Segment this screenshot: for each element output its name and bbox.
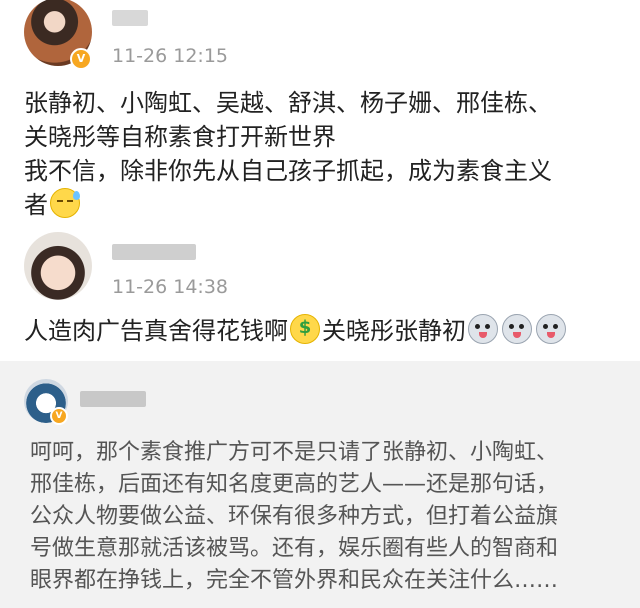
username-redacted[interactable] xyxy=(80,391,146,407)
comment-text: 人造肉广告真舍得花钱啊 关晓彤张静初 xyxy=(24,314,568,348)
comment-line: 张静初、小陶虹、吴越、舒淇、杨子姗、邢佳栋、 xyxy=(24,89,552,117)
money-emoji-icon xyxy=(290,314,320,344)
comment-line: 关晓彤等自称素食打开新世界 xyxy=(24,123,336,151)
reply-line: 号做生意那就活该被骂。还有，娱乐圈有些人的智商和 xyxy=(30,536,559,561)
comment-text: 张静初、小陶虹、吴越、舒淇、杨子姗、邢佳栋、 关晓彤等自称素食打开新世界 我不信… xyxy=(24,86,552,222)
username-redacted[interactable] xyxy=(112,10,148,26)
comment-text-part: 关晓彤张静初 xyxy=(322,317,466,345)
timestamp: 11-26 12:15 xyxy=(112,45,229,67)
reply-line: 公众人物要做公益、环保有很多种方式，但打着公益旗 xyxy=(30,504,559,529)
husky-emoji-icon xyxy=(536,314,566,344)
comment-text-part: 人造肉广告真舍得花钱啊 xyxy=(24,317,288,345)
reply-text: 呵呵，那个素食推广方可不是只请了张静初、小陶虹、 邢佳栋，后面还有知名度更高的艺… xyxy=(30,437,558,597)
reply-line: 眼界都在挣钱上，完全不管外界和民众在关注什么…… xyxy=(30,568,559,593)
husky-emoji-icon xyxy=(468,314,498,344)
comment-line: 我不信，除非你先从自己孩子抓起，成为素食主义 xyxy=(24,157,552,185)
verified-badge-icon: V xyxy=(50,407,68,425)
timestamp: 11-26 14:38 xyxy=(112,276,229,298)
comment-2: 11-26 14:38 人造肉广告真舍得花钱啊 关晓彤张静初 xyxy=(0,228,640,362)
reply-comment: V 呵呵，那个素食推广方可不是只请了张静初、小陶虹、 邢佳栋，后面还有知名度更高… xyxy=(0,361,640,608)
verified-badge-icon: V xyxy=(70,48,92,70)
avatar[interactable] xyxy=(24,232,92,300)
comment-line-text: 者 xyxy=(24,191,48,219)
comment-1: V 11-26 12:15 张静初、小陶虹、吴越、舒淇、杨子姗、邢佳栋、 关晓彤… xyxy=(0,0,640,230)
comment-line: 者 xyxy=(24,188,552,222)
sweat-emoji-icon xyxy=(50,188,80,218)
reply-line: 呵呵，那个素食推广方可不是只请了张静初、小陶虹、 xyxy=(30,440,559,465)
username-redacted[interactable] xyxy=(112,244,196,260)
reply-line: 邢佳栋，后面还有知名度更高的艺人——还是那句话， xyxy=(30,472,559,497)
husky-emoji-icon xyxy=(502,314,532,344)
